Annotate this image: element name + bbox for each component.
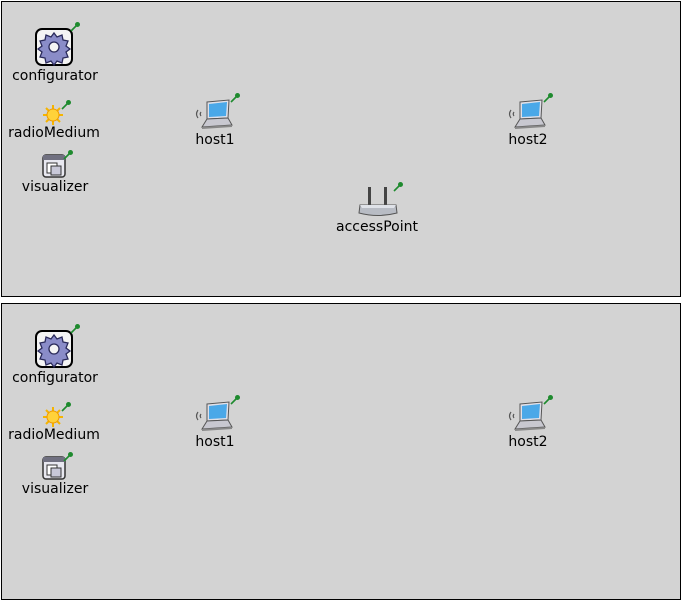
pin-icon	[393, 182, 403, 192]
pin-icon	[230, 93, 240, 103]
configurator-icon[interactable]	[34, 329, 74, 369]
laptop-icon[interactable]	[194, 400, 234, 434]
pin-icon	[61, 402, 71, 412]
network-canvas-bottom[interactable]: configurator radioMedium visualizer host…	[1, 303, 681, 600]
laptop-icon[interactable]	[507, 98, 547, 132]
pin-icon	[70, 324, 80, 334]
pin-icon	[230, 395, 240, 405]
laptop-icon[interactable]	[507, 400, 547, 434]
radio-medium-label: radioMedium	[8, 427, 100, 443]
visualizer-label: visualizer	[21, 179, 89, 195]
network-canvas-top[interactable]: configurator radioMedium visualizer host…	[1, 1, 681, 297]
pin-icon	[70, 22, 80, 32]
pin-icon	[543, 395, 553, 405]
pin-icon	[543, 93, 553, 103]
host1-label: host1	[195, 132, 235, 148]
visualizer-label: visualizer	[21, 481, 89, 497]
host2-label: host2	[508, 132, 548, 148]
radio-medium-label: radioMedium	[8, 125, 100, 141]
laptop-icon[interactable]	[194, 98, 234, 132]
host2-label: host2	[508, 434, 548, 450]
host1-label: host1	[195, 434, 235, 450]
pin-icon	[61, 100, 71, 110]
configurator-label: configurator	[12, 370, 98, 386]
pin-icon	[63, 452, 73, 462]
configurator-label: configurator	[12, 68, 98, 84]
pin-icon	[63, 150, 73, 160]
configurator-icon[interactable]	[34, 27, 74, 67]
access-point-label: accessPoint	[336, 219, 418, 235]
